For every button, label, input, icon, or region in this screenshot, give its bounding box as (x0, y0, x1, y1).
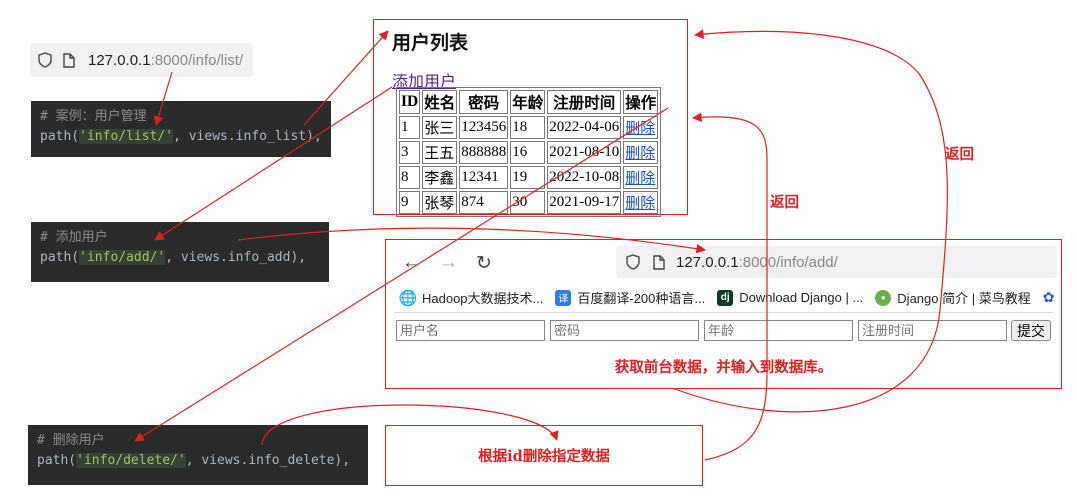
arrow-add-link-to-code (154, 86, 393, 241)
arrow-delete-code-to-box (261, 404, 559, 446)
arrow-add-return (671, 29, 948, 413)
arrow-delete-link-to-code (134, 107, 669, 442)
arrow-url-to-comment (153, 71, 173, 126)
arrow-list-code-to-page (303, 30, 389, 126)
annotation-arrows (134, 29, 948, 461)
